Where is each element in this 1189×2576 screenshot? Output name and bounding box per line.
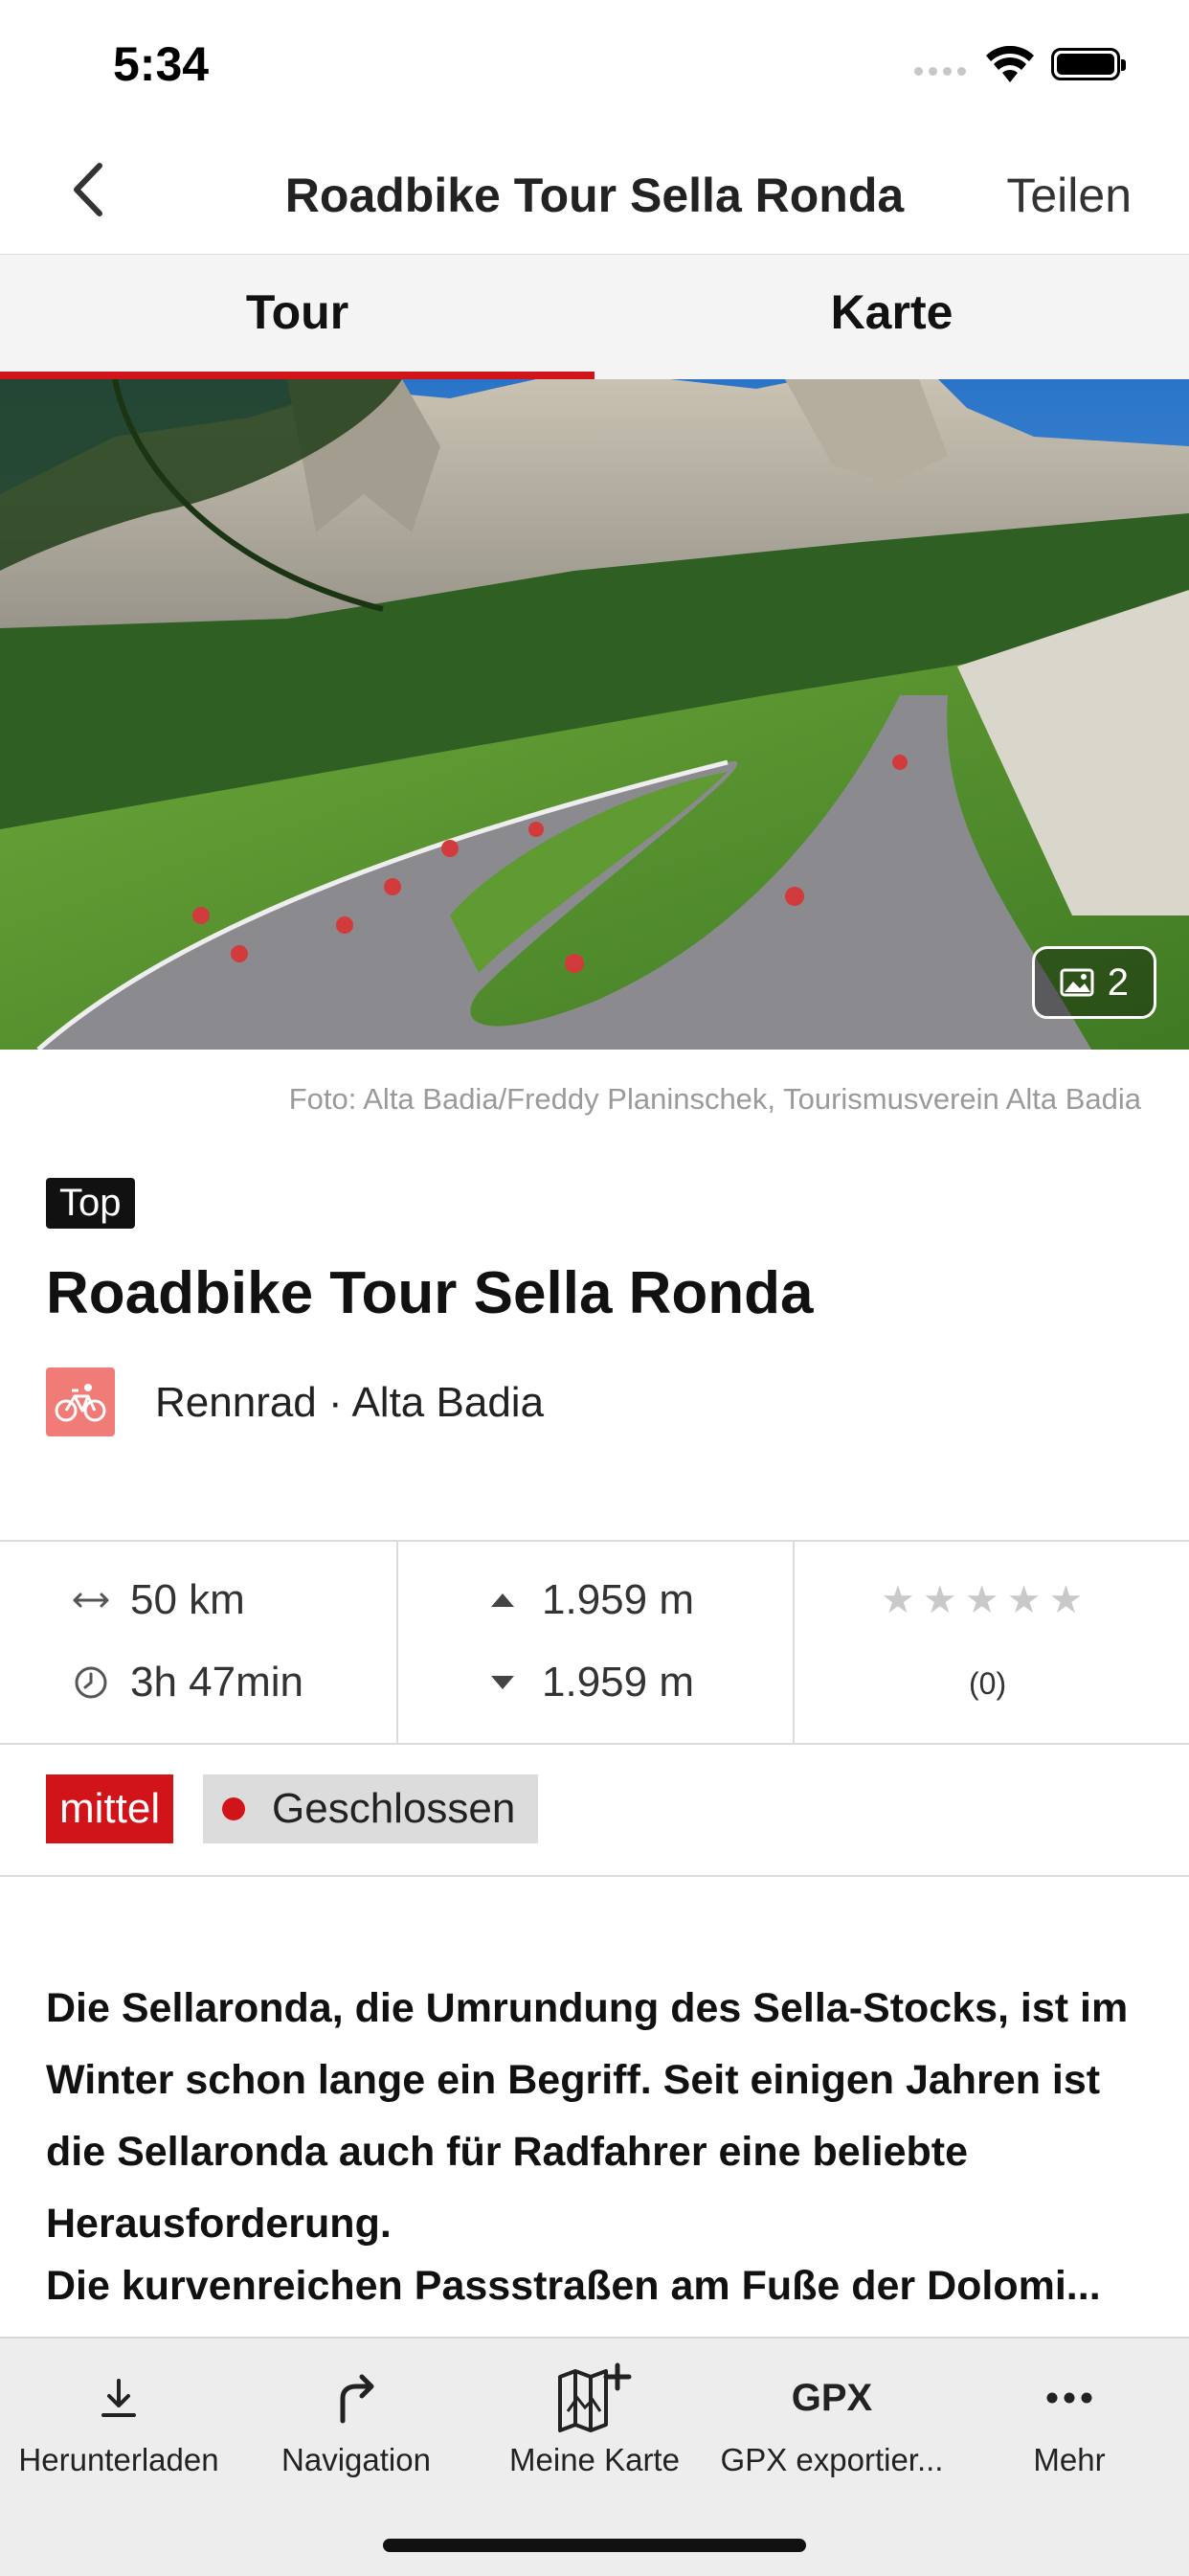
navigation-button[interactable]: Navigation bbox=[237, 2339, 475, 2492]
descent-stat: 1.959 m bbox=[482, 1659, 694, 1706]
distance-arrows-icon bbox=[71, 1580, 111, 1620]
photo-count-label: 2 bbox=[1107, 960, 1129, 1004]
star-icon: ★ bbox=[1048, 1579, 1091, 1621]
star-icon: ★ bbox=[922, 1579, 965, 1621]
tab-tour[interactable]: Tour bbox=[0, 255, 594, 379]
photo-credit: Foto: Alta Badia/Freddy Planinschek, Tou… bbox=[288, 1082, 1141, 1116]
gpx-icon: GPX bbox=[791, 2376, 873, 2419]
difficulty-badge: mittel bbox=[46, 1774, 174, 1843]
clock-icon bbox=[71, 1662, 111, 1703]
ascent-stat: 1.959 m bbox=[482, 1576, 694, 1624]
tour-category: Rennrad · Alta Badia bbox=[155, 1379, 545, 1426]
map-add-icon bbox=[554, 2361, 635, 2434]
more-button[interactable]: Mehr bbox=[950, 2339, 1189, 2492]
top-badge: Top bbox=[46, 1178, 135, 1229]
rating-stars[interactable]: ★★★★★ bbox=[881, 1578, 1090, 1622]
hero-photo bbox=[0, 379, 1189, 1050]
section-divider bbox=[0, 1875, 1189, 1877]
signal-icon bbox=[914, 67, 966, 76]
triangle-up-icon bbox=[482, 1580, 523, 1620]
description-paragraph: Die kurvenreichen Passstraßen am Fuße de… bbox=[46, 2263, 1101, 2309]
duration-stat: 3h 47min bbox=[71, 1659, 303, 1706]
battery-icon bbox=[1051, 48, 1126, 80]
navigation-bar: Roadbike Tour Sella Ronda Teilen bbox=[0, 129, 1189, 256]
gallery-count-button[interactable]: 2 bbox=[1031, 946, 1156, 1019]
status-badge: Geschlossen bbox=[203, 1774, 539, 1843]
status-dot bbox=[222, 1797, 245, 1820]
status-bar: 5:34 bbox=[0, 0, 1189, 129]
download-button[interactable]: Herunterladen bbox=[0, 2339, 237, 2492]
status-label: Geschlossen bbox=[272, 1785, 516, 1832]
status-time: 5:34 bbox=[113, 37, 210, 91]
gpx-export-button[interactable]: GPX GPX exportier... bbox=[714, 2339, 950, 2492]
rating-count: (0) bbox=[969, 1666, 1007, 1701]
share-button[interactable]: Teilen bbox=[1006, 168, 1132, 223]
star-icon: ★ bbox=[964, 1579, 1007, 1621]
description-paragraph: Die Sellaronda, die Umrundung des Sella-… bbox=[46, 1985, 1129, 2247]
bike-icon bbox=[46, 1367, 115, 1436]
image-icon bbox=[1060, 968, 1094, 997]
tour-stats: 50 km 3h 47min 1.959 m 1.959 m ★★★★★ bbox=[0, 1540, 1189, 1745]
star-icon: ★ bbox=[1006, 1579, 1049, 1621]
tab-karte[interactable]: Karte bbox=[594, 255, 1189, 379]
wifi-icon bbox=[986, 46, 1034, 82]
triangle-down-icon bbox=[482, 1662, 523, 1703]
stats-divider bbox=[396, 1542, 398, 1743]
tour-description[interactable]: Die Sellaronda, die Umrundung des Sella-… bbox=[46, 1973, 1147, 2313]
star-icon: ★ bbox=[881, 1579, 923, 1621]
navigation-arrow-icon bbox=[333, 2361, 379, 2434]
hero-image[interactable]: 2 bbox=[0, 379, 1189, 1050]
tour-title: Roadbike Tour Sella Ronda bbox=[46, 1260, 814, 1326]
download-icon bbox=[98, 2361, 140, 2434]
stats-divider bbox=[793, 1542, 795, 1743]
home-indicator[interactable] bbox=[383, 2539, 806, 2552]
more-dots-icon bbox=[1045, 2361, 1093, 2434]
my-map-button[interactable]: Meine Karte bbox=[475, 2339, 714, 2492]
distance-stat: 50 km bbox=[71, 1576, 245, 1624]
segment-tabs: Tour Karte bbox=[0, 255, 1189, 381]
